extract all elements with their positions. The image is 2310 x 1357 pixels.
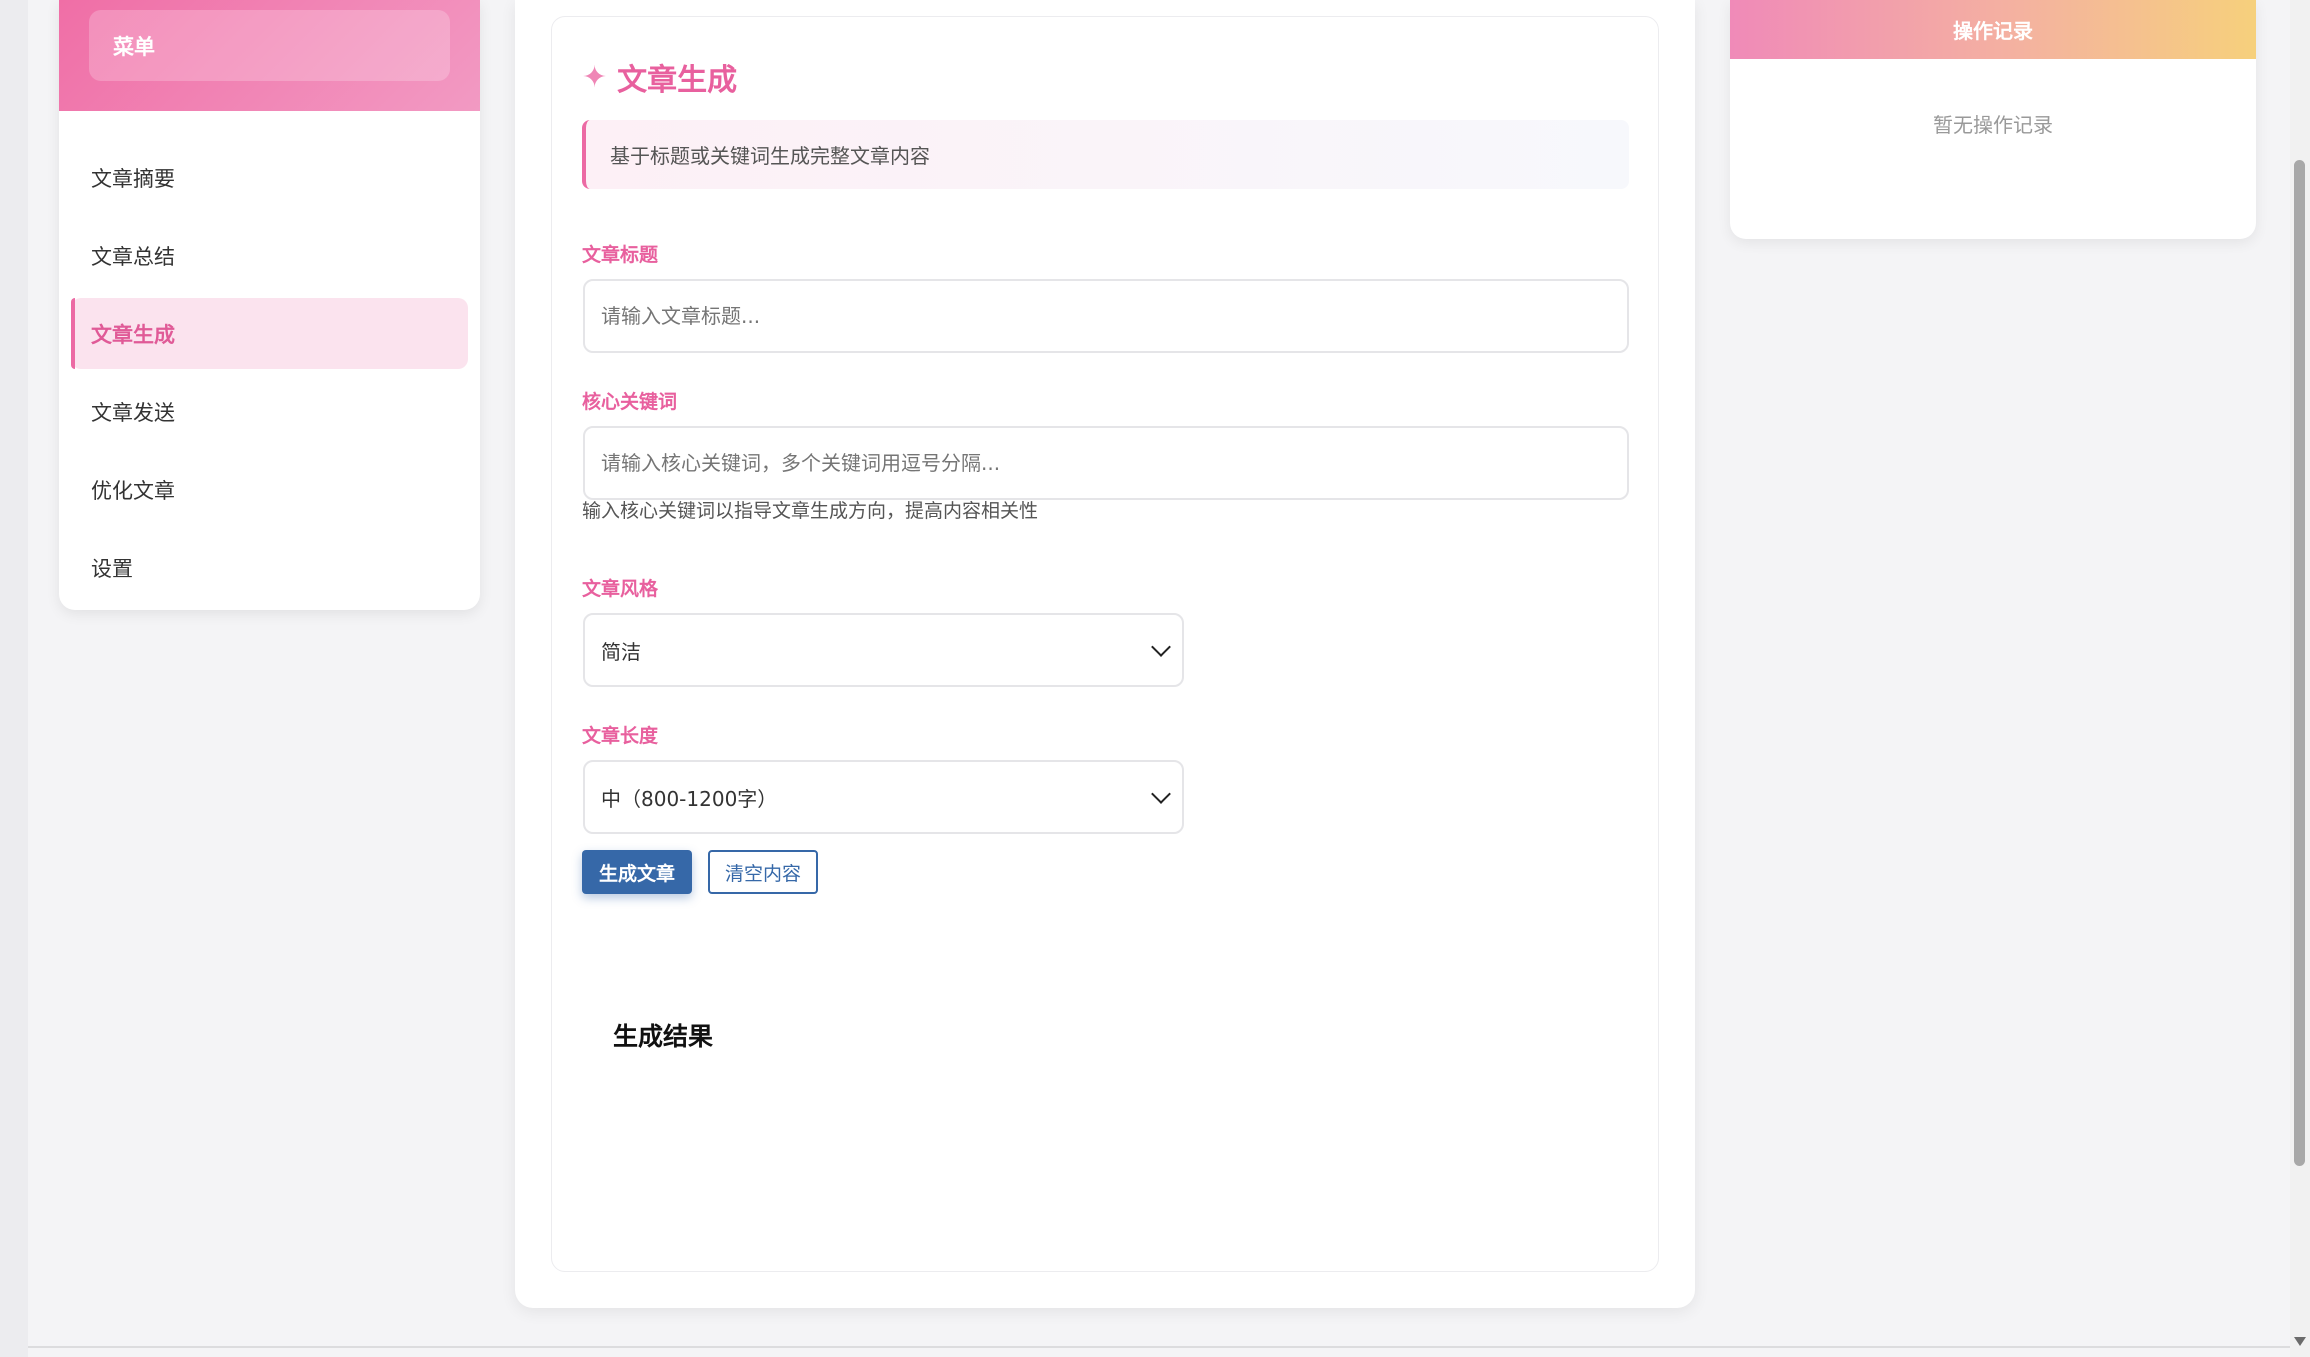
scrollbar-thumb[interactable] (2294, 160, 2305, 1166)
article-length-select[interactable]: 中（800-1200字） (583, 760, 1184, 834)
article-style-label: 文章风格 (582, 578, 659, 600)
left-gutter (0, 0, 28, 1357)
app-root: 菜单 文章摘要 文章总结 文章生成 文章发送 优化文章 设置 ✦ 文章生成 基于… (0, 0, 2310, 1357)
sidebar-item-label: 文章总结 (91, 244, 175, 269)
generate-article-button[interactable]: 生成文章 (582, 850, 692, 894)
sidebar-item-label: 优化文章 (91, 478, 175, 503)
sidebar: 菜单 文章摘要 文章总结 文章生成 文章发送 优化文章 设置 (59, 0, 480, 610)
article-style-select[interactable]: 简洁 (583, 613, 1184, 687)
sidebar-item-article-send[interactable]: 文章发送 (71, 376, 468, 447)
article-title-label: 文章标题 (582, 244, 659, 266)
sidebar-item-article-abstract[interactable]: 文章摘要 (71, 142, 468, 213)
page-title-row: ✦ 文章生成 (582, 55, 737, 99)
sidebar-item-label: 设置 (91, 556, 133, 581)
sidebar-item-label: 文章发送 (91, 400, 175, 425)
sidebar-item-article-summary[interactable]: 文章总结 (71, 220, 468, 291)
keywords-input[interactable] (583, 426, 1629, 500)
page-description: 基于标题或关键词生成完整文章内容 (582, 120, 1629, 189)
operation-log-panel: 操作记录 暂无操作记录 (1730, 0, 2256, 239)
page-scrollbar[interactable] (2290, 0, 2310, 1357)
clear-content-button[interactable]: 清空内容 (708, 850, 818, 894)
sidebar-item-label: 文章摘要 (91, 166, 175, 191)
operation-log-empty: 暂无操作记录 (1933, 113, 2053, 137)
sidebar-header: 菜单 (59, 0, 480, 111)
sidebar-item-article-generate[interactable]: 文章生成 (71, 298, 468, 369)
sidebar-item-optimize-article[interactable]: 优化文章 (71, 454, 468, 525)
article-generate-card: ✦ 文章生成 基于标题或关键词生成完整文章内容 文章标题 核心关键词 输入核心关… (551, 16, 1659, 1272)
menu-title: 菜单 (89, 10, 450, 81)
sparkle-icon: ✦ (582, 59, 608, 95)
article-length-label: 文章长度 (582, 725, 659, 747)
sidebar-item-settings[interactable]: 设置 (71, 532, 468, 603)
chevron-down-icon (1151, 784, 1171, 804)
sidebar-nav: 文章摘要 文章总结 文章生成 文章发送 优化文章 设置 (59, 111, 480, 603)
article-title-input[interactable] (583, 279, 1629, 353)
article-style-value: 简洁 (601, 639, 641, 664)
operation-log-header: 操作记录 (1730, 0, 2256, 59)
sidebar-item-label: 文章生成 (91, 322, 175, 347)
chevron-down-icon (1151, 637, 1171, 657)
keywords-hint: 输入核心关键词以指导文章生成方向，提高内容相关性 (582, 500, 1039, 522)
page-bottom-divider (28, 1346, 2293, 1348)
keywords-label: 核心关键词 (582, 391, 678, 413)
scroll-down-arrow-icon[interactable] (2294, 1337, 2306, 1346)
article-length-value: 中（800-1200字） (601, 786, 778, 811)
result-title: 生成结果 (613, 1022, 714, 1051)
page-title: 文章生成 (617, 63, 738, 98)
main-panel: ✦ 文章生成 基于标题或关键词生成完整文章内容 文章标题 核心关键词 输入核心关… (515, 0, 1695, 1308)
